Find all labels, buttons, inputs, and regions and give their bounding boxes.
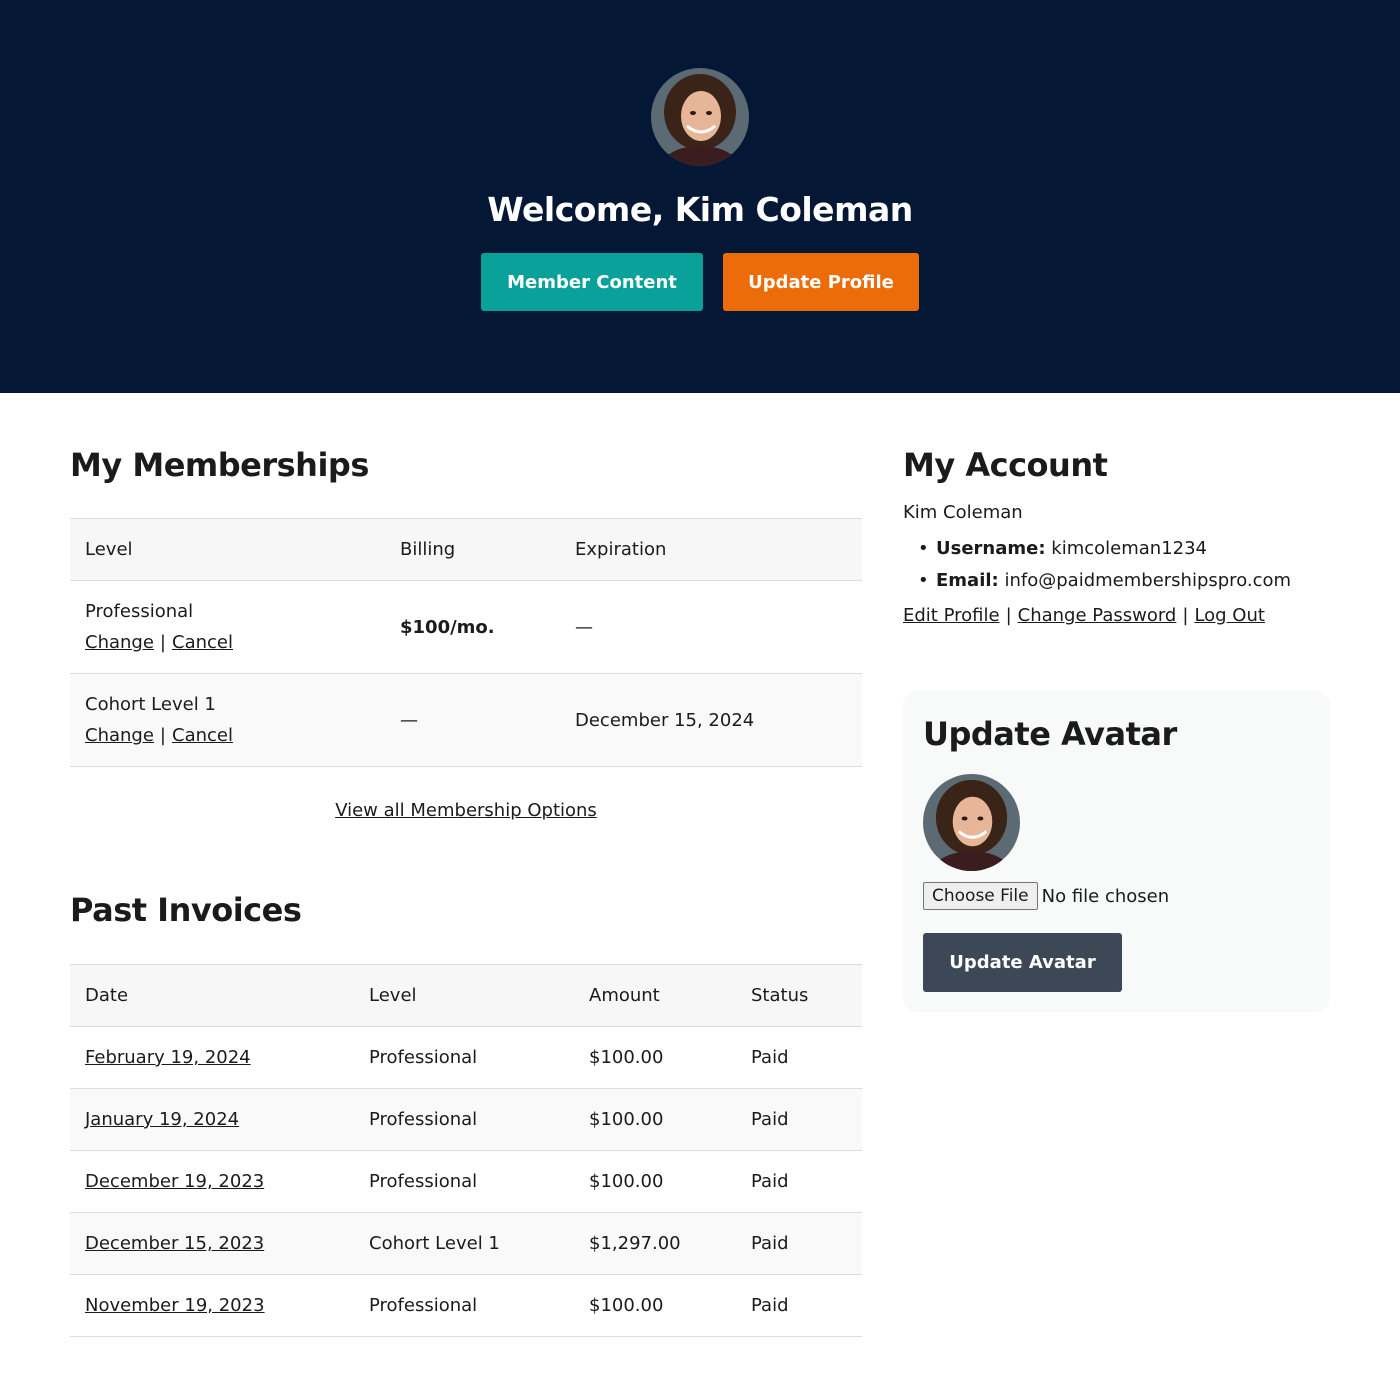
invoice-row: February 19, 2024 Professional $100.00 P…	[70, 1026, 862, 1089]
invoice-amount: $100.00	[574, 1274, 736, 1337]
member-content-button[interactable]: Member Content	[481, 253, 703, 311]
invoice-amount: $1,297.00	[574, 1212, 736, 1275]
column-header: Expiration	[560, 518, 862, 581]
file-status: No file chosen	[1041, 885, 1170, 907]
invoices-heading: Past Invoices	[70, 891, 302, 929]
account-heading: My Account	[903, 446, 1108, 484]
invoice-date-link[interactable]: February 19, 2024	[85, 1047, 251, 1068]
membership-level: Cohort Level 1	[85, 694, 216, 715]
table-header-row: Date Level Amount Status	[70, 964, 862, 1027]
column-header: Amount	[574, 964, 736, 1027]
invoice-level: Professional	[354, 1274, 574, 1337]
invoice-status: Paid	[736, 1088, 862, 1151]
invoice-row: November 19, 2023 Professional $100.00 P…	[70, 1274, 862, 1337]
invoice-level: Professional	[354, 1088, 574, 1151]
invoice-date-link[interactable]: January 19, 2024	[85, 1109, 239, 1130]
log-out-link[interactable]: Log Out	[1194, 605, 1265, 626]
email-value: info@paidmembershipspro.com	[1004, 570, 1292, 591]
invoice-status: Paid	[736, 1150, 862, 1213]
membership-row: Cohort Level 1 Change | Cancel — December …	[70, 673, 862, 767]
invoice-date-link[interactable]: November 19, 2023	[85, 1295, 265, 1316]
welcome-heading: Welcome, Kim Coleman	[487, 190, 913, 229]
file-input: Choose File No file chosen	[923, 882, 1169, 910]
email-item: Email: info@paidmembershipspro.com	[918, 565, 1291, 597]
user-avatar	[651, 68, 749, 166]
separator: |	[1005, 605, 1012, 626]
column-header: Level	[70, 518, 385, 581]
invoice-level: Professional	[354, 1026, 574, 1089]
view-all-options: View all Membership Options	[70, 800, 862, 821]
separator: |	[159, 632, 166, 653]
separator: |	[1182, 605, 1189, 626]
change-password-link[interactable]: Change Password	[1018, 605, 1177, 626]
membership-expiration: December 15, 2024	[560, 673, 862, 767]
account-name: Kim Coleman	[903, 502, 1023, 523]
username-item: Username: kimcoleman1234	[918, 533, 1291, 565]
view-all-membership-options-link[interactable]: View all Membership Options	[335, 800, 597, 821]
invoice-date-link[interactable]: December 19, 2023	[85, 1171, 264, 1192]
edit-profile-link[interactable]: Edit Profile	[903, 605, 1000, 626]
invoice-status: Paid	[736, 1212, 862, 1275]
memberships-heading: My Memberships	[70, 446, 369, 484]
invoice-date-link[interactable]: December 15, 2023	[85, 1233, 264, 1254]
invoice-status: Paid	[736, 1274, 862, 1337]
invoice-row: December 15, 2023 Cohort Level 1 $1,297.…	[70, 1212, 862, 1275]
column-header: Level	[354, 964, 574, 1027]
username-label: Username:	[936, 538, 1046, 559]
membership-billing: —	[385, 673, 560, 767]
invoice-status: Paid	[736, 1026, 862, 1089]
account-links: Edit Profile | Change Password | Log Out	[903, 605, 1265, 626]
invoice-level: Professional	[354, 1150, 574, 1213]
membership-level: Professional	[85, 601, 194, 622]
invoice-amount: $100.00	[574, 1088, 736, 1151]
update-avatar-button[interactable]: Update Avatar	[923, 933, 1122, 992]
membership-expiration: —	[560, 580, 862, 674]
email-label: Email:	[936, 570, 999, 591]
change-membership-link[interactable]: Change	[85, 725, 154, 746]
cancel-membership-link[interactable]: Cancel	[172, 725, 233, 746]
cancel-membership-link[interactable]: Cancel	[172, 632, 233, 653]
table-header-row: Level Billing Expiration	[70, 518, 862, 581]
invoice-level: Cohort Level 1	[354, 1212, 574, 1275]
update-profile-button[interactable]: Update Profile	[723, 253, 919, 311]
choose-file-button[interactable]: Choose File	[923, 882, 1038, 910]
account-details-list: Username: kimcoleman1234 Email: info@pai…	[918, 533, 1291, 597]
invoice-row: December 19, 2023 Professional $100.00 P…	[70, 1150, 862, 1213]
memberships-table: Level Billing Expiration Professional Ch…	[70, 518, 862, 767]
membership-billing: $100/mo.	[385, 580, 560, 674]
column-header: Billing	[385, 518, 560, 581]
avatar-preview	[923, 774, 1020, 871]
update-avatar-heading: Update Avatar	[923, 715, 1177, 753]
separator: |	[159, 725, 166, 746]
change-membership-link[interactable]: Change	[85, 632, 154, 653]
membership-row: Professional Change | Cancel $100/mo. —	[70, 580, 862, 674]
column-header: Status	[736, 964, 862, 1027]
hero-banner: Welcome, Kim Coleman Member Content Upda…	[0, 0, 1400, 393]
username-value: kimcoleman1234	[1051, 538, 1208, 559]
invoice-amount: $100.00	[574, 1026, 736, 1089]
column-header: Date	[70, 964, 354, 1027]
invoice-row: January 19, 2024 Professional $100.00 Pa…	[70, 1088, 862, 1151]
invoice-amount: $100.00	[574, 1150, 736, 1213]
invoices-table: Date Level Amount Status February 19, 20…	[70, 964, 862, 1337]
